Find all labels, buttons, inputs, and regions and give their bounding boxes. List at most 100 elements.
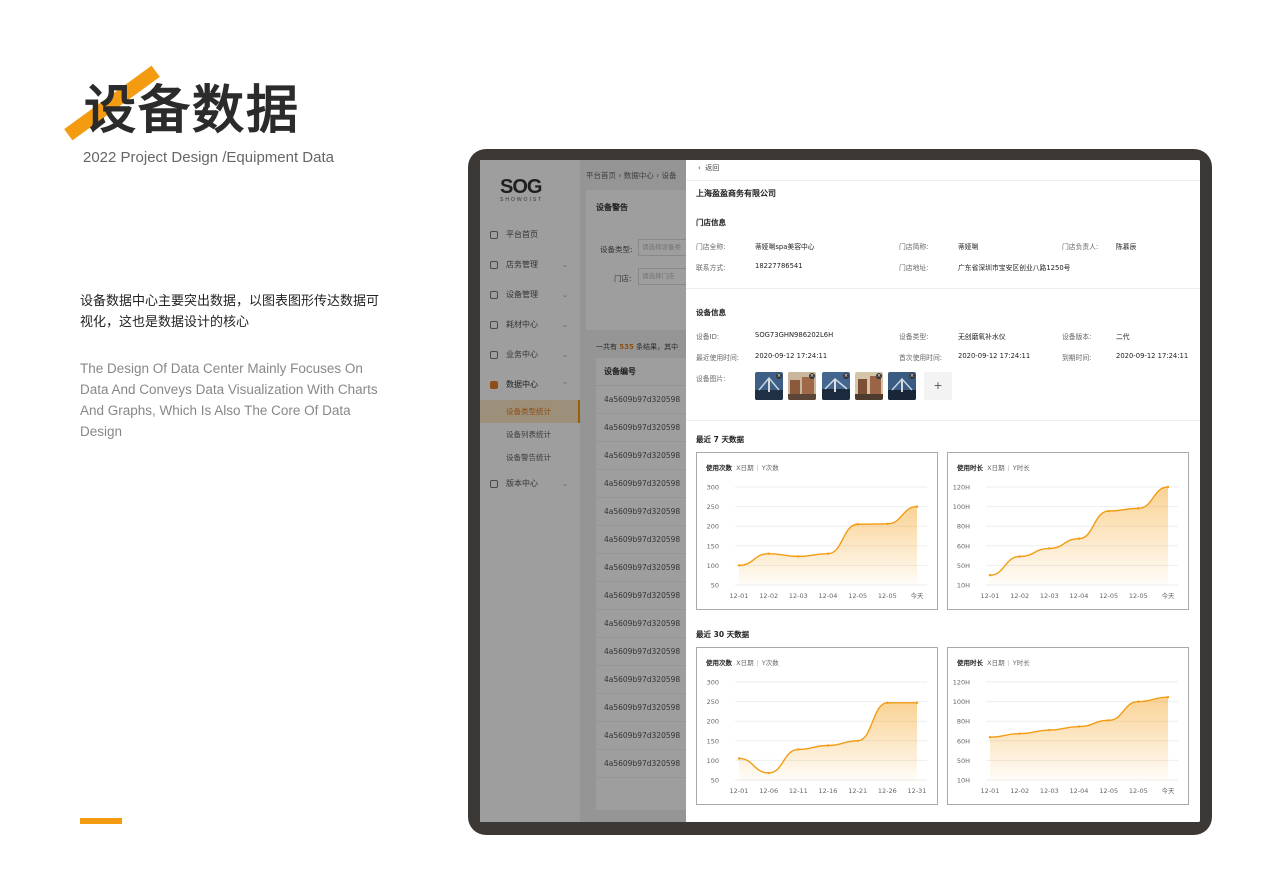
x-tick-label: 12-05 — [878, 592, 897, 600]
close-icon[interactable]: × — [876, 373, 882, 379]
tablet-frame: SOG SHOWOIST 平台首页 店务管理 ⌄ 设备管理 ⌄ 耗材中心 ⌄ 业务中心… — [468, 149, 1212, 835]
x-tick-label: 12-05 — [1099, 592, 1118, 600]
data-point[interactable] — [737, 564, 741, 567]
company-name: 上海盈盈商务有限公司 — [696, 189, 776, 198]
store-shortname-value: 蒂娅唎 — [958, 243, 979, 251]
device-image-thumbnail[interactable]: × — [788, 372, 816, 400]
data-point[interactable] — [1107, 509, 1110, 513]
data-point[interactable] — [856, 523, 859, 526]
chart-title: 使用时长 — [957, 464, 983, 472]
store-owner-label: 门店负责人: — [1062, 243, 1099, 251]
y-tick-label: 120H — [953, 484, 970, 492]
address-value: 广东省深圳市宝安区创业八路1250号 — [958, 264, 1071, 272]
data-point[interactable] — [886, 701, 889, 704]
add-image-button[interactable]: + — [924, 372, 952, 400]
x-tick-label: 12-04 — [1070, 787, 1089, 795]
device-version-label: 设备版本: — [1062, 333, 1092, 341]
data-point[interactable] — [1018, 555, 1021, 558]
data-point[interactable] — [1018, 732, 1021, 735]
data-point[interactable] — [1166, 485, 1170, 489]
expire-value: 2020-09-12 17:24:11 — [1116, 352, 1189, 360]
y-tick-label: 300 — [707, 679, 719, 687]
x-tick-label: 12-03 — [1040, 592, 1059, 600]
device-type-label: 设备类型: — [899, 333, 929, 341]
data-point[interactable] — [915, 505, 919, 508]
data-point[interactable] — [826, 552, 830, 555]
y-tick-label: 60H — [957, 737, 970, 745]
data-point[interactable] — [797, 555, 800, 558]
y-tick-label: 250 — [707, 503, 719, 511]
x-tick-label: 12-03 — [1040, 787, 1059, 795]
device-image-thumbnail[interactable]: × — [888, 372, 916, 400]
close-icon[interactable]: × — [909, 373, 915, 379]
chart-x-meta: X日期 — [987, 464, 1005, 472]
chart-title: 使用次数 — [706, 659, 732, 667]
back-button[interactable]: ‹ 返回 — [698, 163, 719, 173]
x-tick-label: 12-02 — [1010, 592, 1029, 600]
area-chart-week-count: 300 250 200 150 100 50 12-01 12-02 12-03 12-04 12-… — [707, 484, 927, 600]
y-tick-label: 300 — [707, 484, 719, 492]
y-tick-label: 80H — [957, 523, 970, 531]
x-tick-label: 12-01 — [730, 787, 749, 795]
data-point[interactable] — [1137, 507, 1140, 510]
data-point[interactable] — [1048, 728, 1051, 732]
store-fullname-value: 蒂娅唎spa美容中心 — [755, 243, 815, 251]
last-used-value: 2020-09-12 17:24:11 — [755, 352, 828, 360]
close-icon[interactable]: × — [776, 373, 782, 379]
device-image-thumbnail[interactable]: × — [755, 372, 783, 400]
data-point[interactable] — [1107, 719, 1110, 722]
device-version-value: 二代 — [1116, 333, 1130, 341]
chart-y-meta: Y时长 — [1012, 659, 1030, 667]
data-point[interactable] — [988, 574, 992, 577]
y-tick-label: 100H — [953, 698, 970, 706]
close-icon[interactable]: × — [809, 373, 815, 379]
data-point[interactable] — [797, 748, 800, 751]
contact-label: 联系方式: — [696, 264, 726, 272]
y-tick-label: 100 — [707, 757, 719, 765]
modal-overlay[interactable] — [480, 160, 686, 822]
page-title: 设备数据 — [84, 81, 301, 141]
data-point[interactable] — [737, 757, 741, 760]
x-tick-label: 12-03 — [789, 592, 808, 600]
data-point[interactable] — [1077, 537, 1081, 540]
device-image-thumbnail[interactable]: × — [822, 372, 850, 400]
y-tick-label: 80H — [957, 718, 970, 726]
chart-y-meta: Y次数 — [761, 659, 779, 667]
device-image-thumbnail[interactable]: × — [855, 372, 883, 400]
data-point[interactable] — [988, 736, 992, 739]
x-tick-label: 12-16 — [819, 787, 838, 795]
data-point[interactable] — [1137, 700, 1140, 703]
data-point[interactable] — [826, 744, 830, 747]
data-point[interactable] — [915, 701, 919, 704]
store-shortname-label: 门店简称: — [899, 243, 929, 251]
divider — [686, 288, 1200, 289]
x-tick-label: 12-05 — [1129, 592, 1148, 600]
data-point[interactable] — [1048, 547, 1051, 550]
data-point[interactable] — [1166, 695, 1170, 699]
data-point[interactable] — [767, 771, 770, 775]
divider — [686, 420, 1200, 421]
data-point[interactable] — [886, 522, 889, 526]
address-label: 门店地址: — [899, 264, 929, 272]
x-tick-label: 12-02 — [759, 592, 778, 600]
chart-x-meta: X日期 — [736, 464, 754, 472]
data-point[interactable] — [1077, 725, 1081, 728]
area-fill — [739, 702, 917, 780]
chevron-left-icon: ‹ — [698, 164, 701, 172]
chart-card-week-duration: 使用时长 X日期 | Y时长 120H 100H 80H 60H 50H 10H 12-01 12… — [947, 452, 1189, 610]
data-point[interactable] — [856, 739, 859, 742]
y-tick-label: 120H — [953, 679, 970, 687]
y-tick-label: 200 — [707, 718, 719, 726]
y-tick-label: 50 — [711, 582, 719, 590]
tablet-screen: SOG SHOWOIST 平台首页 店务管理 ⌄ 设备管理 ⌄ 耗材中心 ⌄ 业务中心… — [480, 160, 1200, 822]
area-chart-month-duration: 120H 100H 80H 60H 50H 10H 12-01 12-02 12-03 12-04… — [953, 679, 1178, 795]
x-tick-label: 12-04 — [1070, 592, 1089, 600]
detail-drawer: ‹ 返回 上海盈盈商务有限公司 门店信息 门店全称: 蒂娅唎spa美容中心 门店… — [686, 160, 1200, 822]
x-tick-label: 12-05 — [1129, 787, 1148, 795]
first-used-value: 2020-09-12 17:24:11 — [958, 352, 1031, 360]
close-icon[interactable]: × — [843, 373, 849, 379]
data-point[interactable] — [767, 552, 770, 555]
intro-description-cn: 设备数据中心主要突出数据，以图表图形传达数据可视化，这也是数据设计的核心 — [80, 294, 380, 330]
expire-label: 到期时间: — [1062, 354, 1092, 362]
chart-card-month-duration: 使用时长 X日期 | Y时长 120H 100H 80H 60H 50H 10H 12-01 12… — [947, 647, 1189, 805]
